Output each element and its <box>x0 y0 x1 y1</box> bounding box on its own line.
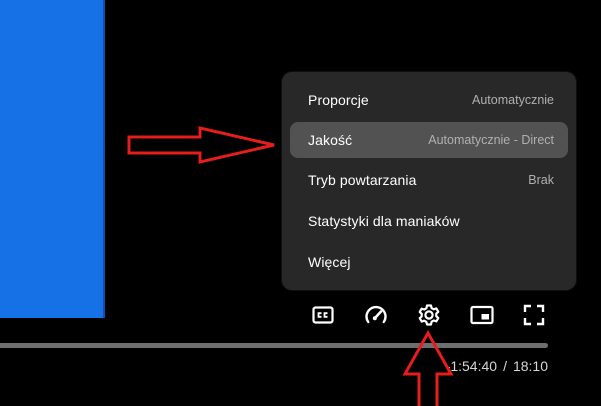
time-total: 18:10 <box>512 358 548 374</box>
menu-item-label: Jakość <box>308 132 353 148</box>
annotation-arrow-right-icon <box>127 126 275 164</box>
menu-item-loop-mode[interactable]: Tryb powtarzania Brak <box>290 162 568 198</box>
progress-bar[interactable] <box>0 343 548 348</box>
video-player: Proporcje Automatycznie Jakość Automatyc… <box>0 0 601 406</box>
cc-icon <box>312 306 334 324</box>
menu-item-quality[interactable]: Jakość Automatycznie - Direct <box>290 122 568 158</box>
time-separator: / <box>503 358 507 374</box>
settings-button[interactable] <box>415 301 443 329</box>
time-remaining: -1:54:40 <box>445 358 498 374</box>
menu-item-value: Automatycznie <box>472 93 554 107</box>
time-display: -1:54:40 / 18:10 <box>430 358 548 376</box>
playback-speed-button[interactable] <box>362 301 390 329</box>
menu-item-label: Statystyki dla maniaków <box>308 213 460 229</box>
fullscreen-icon <box>523 304 545 326</box>
menu-item-aspect-ratio[interactable]: Proporcje Automatycznie <box>290 82 568 118</box>
subtitles-button[interactable] <box>309 301 337 329</box>
gear-icon <box>418 304 440 326</box>
speedometer-icon <box>365 305 387 324</box>
picture-in-picture-icon <box>470 305 494 325</box>
fullscreen-button[interactable] <box>520 301 548 329</box>
video-frame[interactable] <box>0 0 105 318</box>
menu-item-label: Proporcje <box>308 92 369 108</box>
settings-menu: Proporcje Automatycznie Jakość Automatyc… <box>282 72 576 290</box>
menu-item-value: Automatycznie - Direct <box>428 133 554 147</box>
menu-item-label: Więcej <box>308 254 351 270</box>
menu-item-label: Tryb powtarzania <box>308 172 417 188</box>
menu-item-more[interactable]: Więcej <box>290 244 568 280</box>
menu-item-stats-for-nerds[interactable]: Statystyki dla maniaków <box>290 203 568 239</box>
miniplayer-button[interactable] <box>468 301 496 329</box>
menu-item-value: Brak <box>528 173 554 187</box>
